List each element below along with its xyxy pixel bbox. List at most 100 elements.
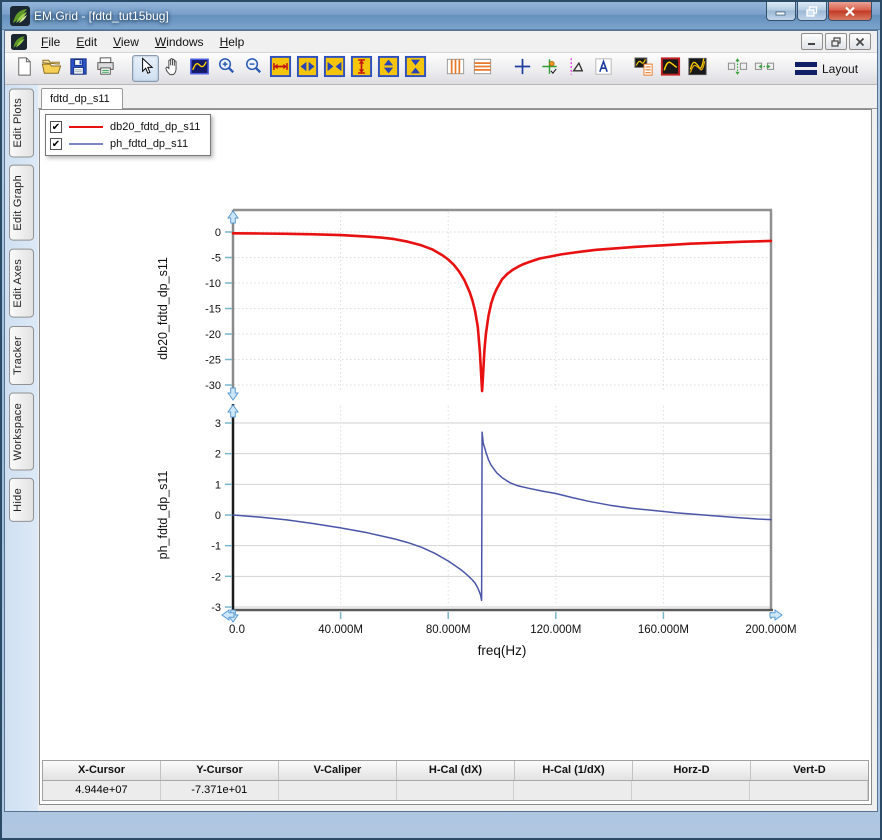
legend-label: db20_fdtd_dp_s11 xyxy=(110,120,201,133)
top-axis-pan-up-icon[interactable] xyxy=(227,210,239,224)
svg-text:0.0: 0.0 xyxy=(229,624,245,636)
stretch-x-button[interactable] xyxy=(294,55,321,82)
sidebar-hide[interactable]: Hide xyxy=(9,478,34,522)
save-button[interactable] xyxy=(65,55,92,82)
bottom-axis-pan-up-icon[interactable] xyxy=(227,404,239,418)
svg-text:-5: -5 xyxy=(211,253,221,265)
menu-windows[interactable]: Windows xyxy=(147,33,212,51)
cursor-table: X-Cursor Y-Cursor V-Caliper H-Cal (dX) H-Cal… xyxy=(42,760,869,801)
zoom-box-button[interactable] xyxy=(186,55,213,82)
menu-help[interactable]: Help xyxy=(212,33,253,51)
save-icon xyxy=(67,55,90,83)
mdi-restore-button[interactable] xyxy=(825,33,847,50)
zoom-out-button[interactable] xyxy=(240,55,267,82)
sidebar-edit-graph[interactable]: Edit Graph xyxy=(9,165,34,242)
db20_fdtd_dp_s11-curve xyxy=(231,232,773,393)
cursor-table-header-cell: H-Cal (1/dX) xyxy=(515,761,633,780)
sidebar-workspace[interactable]: Workspace xyxy=(9,392,34,471)
svg-text:80.000M: 80.000M xyxy=(426,624,471,636)
restore-button[interactable] xyxy=(797,2,827,21)
svg-text:0: 0 xyxy=(215,510,221,522)
mdi-restore-icon xyxy=(831,36,841,47)
zoom-in-button[interactable] xyxy=(213,55,240,82)
svg-text:1: 1 xyxy=(215,479,221,491)
cursor-table-value-row: 4.944e+07 -7.371e+01 xyxy=(43,781,869,800)
cursor-table-header-cell: H-Cal (dX) xyxy=(397,761,515,780)
cursor-table-value-cell xyxy=(750,781,869,800)
caliper-button[interactable] xyxy=(563,55,590,82)
print-button[interactable] xyxy=(92,55,119,82)
select-button[interactable] xyxy=(132,55,159,82)
expand-y-button[interactable] xyxy=(348,55,375,82)
text-label-icon xyxy=(592,55,615,83)
stretch-x-icon xyxy=(296,55,319,83)
caliper-icon xyxy=(565,55,588,83)
close-icon xyxy=(845,6,855,16)
menu-edit[interactable]: Edit xyxy=(68,33,105,51)
compress-x-icon xyxy=(323,55,346,83)
legend-icon xyxy=(632,55,655,83)
svg-text:0: 0 xyxy=(215,227,221,239)
new-button[interactable] xyxy=(11,55,38,82)
mdi-close-button[interactable] xyxy=(849,33,871,50)
stretch-y-button[interactable] xyxy=(375,55,402,82)
v-gridlines-icon xyxy=(444,55,467,83)
legend-checkbox[interactable]: ✔ xyxy=(50,120,62,133)
h-gridlines-button[interactable] xyxy=(469,55,496,82)
svg-text:-2: -2 xyxy=(211,571,221,583)
cursor-table-header-cell: Horz-D xyxy=(633,761,751,780)
cursor-table-header-cell: Vert-D xyxy=(793,764,826,776)
single-trace-button[interactable] xyxy=(657,55,684,82)
compress-y-icon xyxy=(404,55,427,83)
expand-x-button[interactable] xyxy=(267,55,294,82)
compress-x-button[interactable] xyxy=(321,55,348,82)
fit-horizontal-button[interactable] xyxy=(751,55,778,82)
mdi-minimize-button[interactable] xyxy=(801,33,823,50)
sidebar: Edit Plots Edit Graph Edit Axes Tracker Work… xyxy=(5,85,38,811)
cursor-table-value-cell xyxy=(632,781,751,800)
x-axis-pan-right-icon[interactable] xyxy=(769,609,783,621)
window-title: EM.Grid - [fdtd_tut15bug] xyxy=(34,9,169,23)
svg-text:160.000M: 160.000M xyxy=(638,624,689,636)
text-label-button[interactable] xyxy=(590,55,617,82)
mdi-minimize-icon xyxy=(808,43,815,45)
zoom-out-icon xyxy=(242,55,265,83)
crosshair-icon xyxy=(511,55,534,83)
multi-trace-icon xyxy=(686,55,709,83)
sidebar-edit-plots[interactable]: Edit Plots xyxy=(9,88,34,158)
legend-checkbox[interactable]: ✔ xyxy=(50,137,62,150)
y-axis-label: ph_fdtd_dp_s11 xyxy=(156,471,170,560)
tab-bar: fdtd_dp_s11 xyxy=(38,85,877,109)
title-bar[interactable]: EM.Grid - [fdtd_tut15bug] xyxy=(2,2,880,30)
stretch-y-icon xyxy=(377,55,400,83)
layout-button[interactable]: Layout xyxy=(791,62,862,76)
legend-button[interactable] xyxy=(630,55,657,82)
minimize-icon xyxy=(775,11,786,16)
open-button[interactable] xyxy=(38,55,65,82)
compress-y-button[interactable] xyxy=(402,55,429,82)
expand-y-icon xyxy=(350,55,373,83)
tracker-button[interactable] xyxy=(536,55,563,82)
tab-fdtd_dp_s11[interactable]: fdtd_dp_s11 xyxy=(41,88,123,109)
menu-file[interactable]: File xyxy=(33,33,68,51)
legend-entry: ✔ ph_fdtd_dp_s11 xyxy=(50,135,200,152)
svg-text:40.000M: 40.000M xyxy=(318,624,363,636)
expand-x-icon xyxy=(269,55,292,83)
cursor-table-header-cell: X-Cursor xyxy=(43,761,161,780)
pan-button[interactable] xyxy=(159,55,186,82)
crosshair-button[interactable] xyxy=(509,55,536,82)
layout-icon xyxy=(795,62,817,75)
multi-trace-button[interactable] xyxy=(684,55,711,82)
menu-view[interactable]: View xyxy=(105,33,147,51)
new-icon xyxy=(13,55,36,83)
top-axis-pan-down-icon[interactable] xyxy=(227,387,239,401)
fit-vertical-button[interactable] xyxy=(724,55,751,82)
cursor-table-value-cell: -7.371e+01 xyxy=(160,781,279,800)
v-gridlines-button[interactable] xyxy=(442,55,469,82)
minimize-button[interactable] xyxy=(766,2,796,21)
sidebar-edit-axes[interactable]: Edit Axes xyxy=(9,249,34,318)
sidebar-tracker[interactable]: Tracker xyxy=(9,325,34,385)
zoom-box-icon xyxy=(188,55,211,83)
pan-icon xyxy=(161,55,184,83)
close-button[interactable] xyxy=(828,2,872,21)
